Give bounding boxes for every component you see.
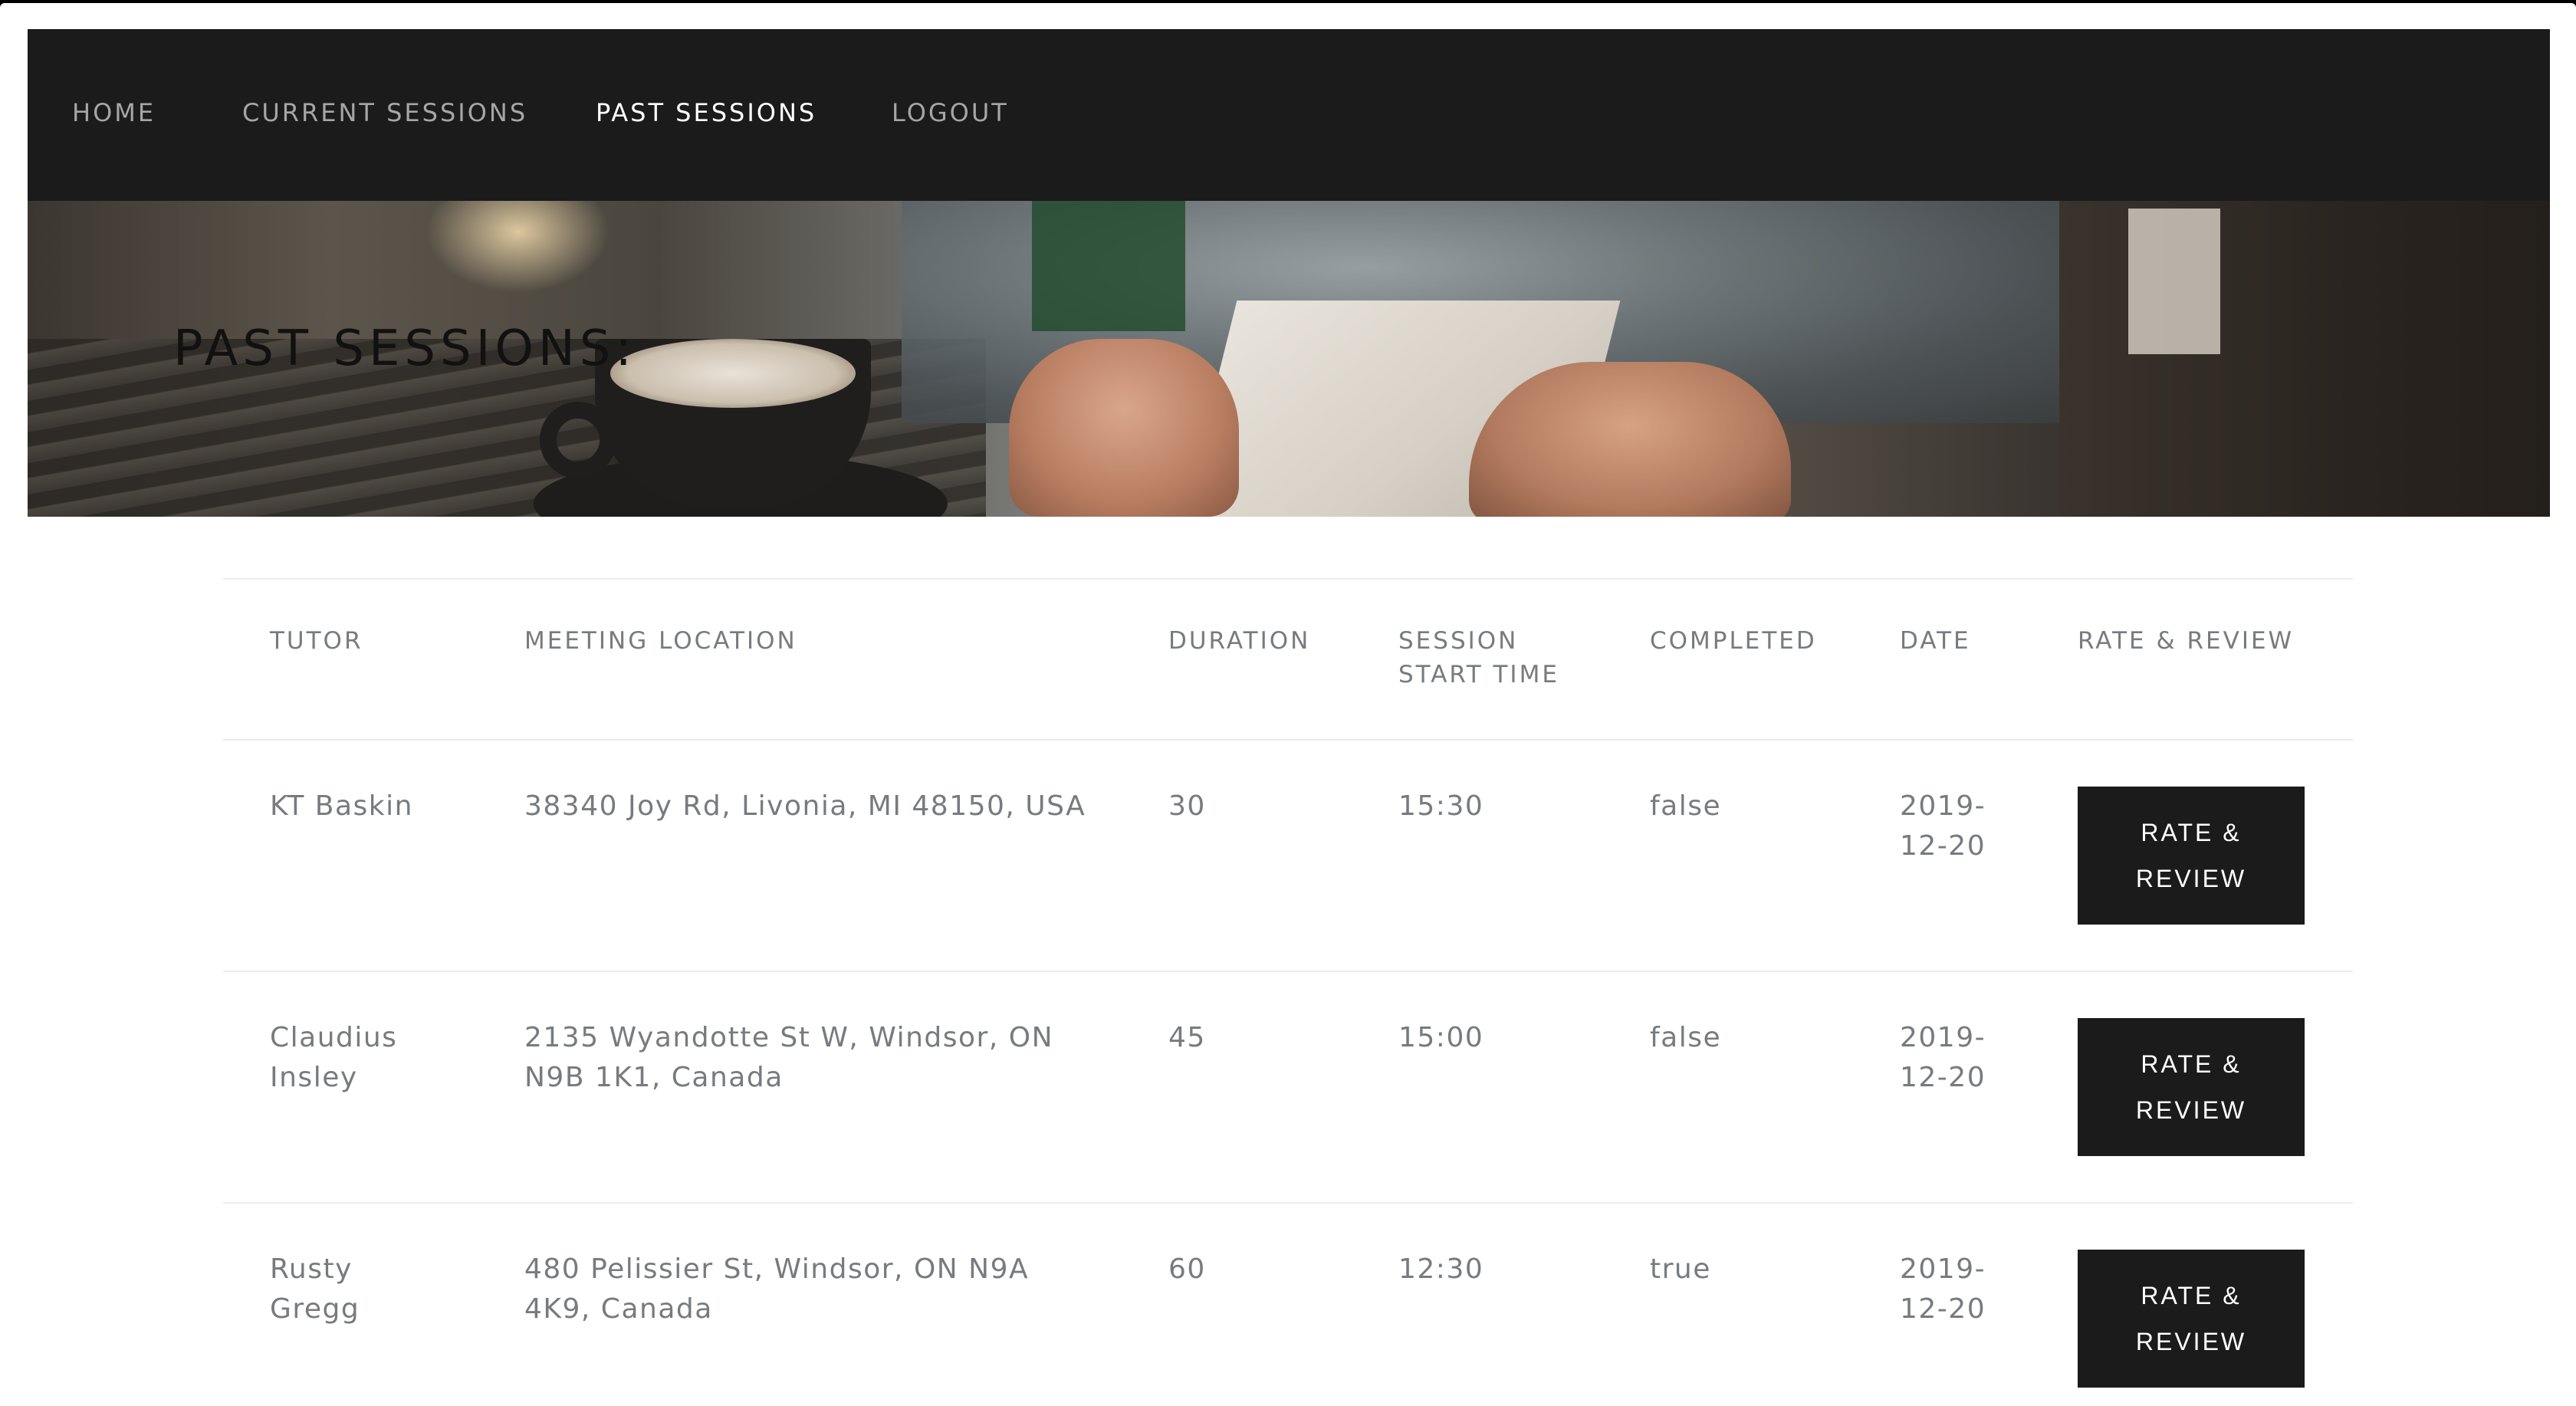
cell-duration: 45 [1168, 1022, 1206, 1053]
cell-meeting-location-line2: N9B 1K1, Canada [524, 1062, 784, 1093]
cell-date-line2: 12-20 [1900, 1293, 1986, 1325]
table-top-border [223, 578, 2353, 580]
rate-review-button-label: RATE & REVIEW [2136, 810, 2246, 902]
button-label-line2: REVIEW [2135, 1096, 2247, 1124]
cell-completed: false [1650, 1022, 1722, 1053]
nav-past-sessions-link[interactable]: PAST SESSIONS [596, 98, 816, 127]
nav-current-sessions-link[interactable]: CURRENT SESSIONS [242, 98, 527, 127]
cell-date-line2: 12-20 [1900, 1062, 1986, 1093]
button-label-line2: REVIEW [2135, 1328, 2247, 1355]
button-label-line1: RATE & [2141, 819, 2242, 846]
cell-meeting-location-line1: 2135 Wyandotte St W, Windsor, ON [524, 1022, 1054, 1053]
button-label-line2: REVIEW [2135, 865, 2247, 892]
cell-tutor-line2: Gregg [270, 1293, 360, 1325]
page: HOME CURRENT SESSIONS PAST SESSIONS LOGO… [0, 3, 2576, 1406]
hero-green-shirt [1032, 201, 1185, 331]
cell-start-time: 12:30 [1398, 1253, 1484, 1285]
header-duration: DURATION [1168, 627, 1311, 655]
rate-review-button[interactable]: RATE & REVIEW [2078, 1018, 2305, 1156]
cell-start-time: 15:00 [1398, 1022, 1484, 1053]
rate-review-button-label: RATE & REVIEW [2136, 1041, 2246, 1133]
cell-date-line2: 12-20 [1900, 830, 1986, 862]
cell-date-line1: 2019- [1900, 1022, 1986, 1053]
cell-duration: 60 [1168, 1253, 1206, 1285]
hero-light-glow [426, 201, 610, 293]
cell-completed: true [1650, 1253, 1711, 1285]
cell-meeting-location-line1: 480 Pelissier St, Windsor, ON N9A [524, 1253, 1030, 1285]
cell-duration: 30 [1168, 790, 1206, 822]
nav-home-link[interactable]: HOME [72, 98, 156, 127]
cell-date-line1: 2019- [1900, 1253, 1986, 1285]
cell-date-line1: 2019- [1900, 790, 1986, 822]
cell-tutor-line1: Claudius [270, 1022, 398, 1053]
rate-review-button[interactable]: RATE & REVIEW [2078, 787, 2305, 925]
cell-completed: false [1650, 790, 1722, 822]
header-meeting-location: MEETING LOCATION [524, 627, 797, 655]
header-completed: COMPLETED [1650, 627, 1817, 655]
page-title: PAST SESSIONS: [173, 320, 636, 377]
cell-meeting-location-line2: 4K9, Canada [524, 1293, 713, 1325]
cell-tutor-line2: Insley [270, 1062, 358, 1093]
hero-background-box [2128, 209, 2220, 354]
header-session-start-time-line2: START TIME [1398, 661, 1559, 688]
hero-coffee-surface [610, 339, 856, 408]
nav-logout-link[interactable]: LOGOUT [892, 98, 1009, 127]
rate-review-button[interactable]: RATE & REVIEW [2078, 1250, 2305, 1388]
row-separator [223, 971, 2353, 972]
cell-meeting-location: 38340 Joy Rd, Livonia, MI 48150, USA [524, 790, 1086, 822]
cell-tutor: KT Baskin [270, 790, 413, 822]
header-session-start-time-line1: SESSION [1398, 627, 1519, 655]
button-label-line1: RATE & [2141, 1050, 2242, 1078]
cell-start-time: 15:30 [1398, 790, 1484, 822]
cell-tutor-line1: Rusty [270, 1253, 353, 1285]
header-rate-review: RATE & REVIEW [2078, 627, 2295, 655]
rate-review-button-label: RATE & REVIEW [2136, 1273, 2246, 1365]
navbar: HOME CURRENT SESSIONS PAST SESSIONS LOGO… [28, 29, 2550, 201]
button-label-line1: RATE & [2141, 1282, 2242, 1309]
header-tutor: TUTOR [270, 627, 363, 655]
header-separator [223, 739, 2353, 741]
row-separator [223, 1202, 2353, 1204]
header-date: DATE [1900, 627, 1971, 655]
hero-left-hand [1009, 339, 1239, 517]
